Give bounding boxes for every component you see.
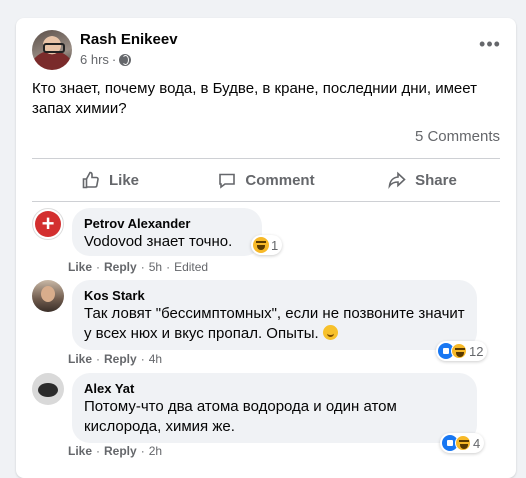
comment-reply-link[interactable]: Reply	[104, 260, 137, 274]
comment-actions: Like · Reply · 2h	[68, 444, 163, 458]
commenter-name[interactable]: Petrov Alexander	[84, 216, 250, 232]
haha-reaction-icon	[451, 343, 467, 359]
comment-text: Так ловят "бессимптомных", если не позво…	[84, 305, 465, 342]
author-name[interactable]: Rash Enikeev	[80, 31, 178, 48]
share-button[interactable]: Share	[344, 161, 500, 199]
comment-count-link[interactable]: 5 Comments	[415, 128, 500, 145]
comment-bubble: Alex Yat Потому-что два атома водорода и…	[72, 373, 477, 443]
comment-actions: Like · Reply · 4h	[68, 352, 163, 366]
comment-item: Petrov Alexander Vodovod знает точно. 1	[32, 208, 500, 268]
action-bar: Like Comment Share	[32, 161, 500, 199]
reaction-count: 1	[271, 237, 279, 253]
reaction-badge[interactable]: 4	[440, 433, 485, 453]
comment-item: Kos Stark Так ловят "бессимптомных", есл…	[32, 280, 500, 361]
commenter-avatar[interactable]	[32, 280, 64, 312]
comment-actions: Like · Reply · 5h · Edited	[68, 260, 209, 274]
comment-like-link[interactable]: Like	[68, 260, 92, 274]
comment-text: Vodovod знает точно.	[84, 233, 233, 250]
divider	[32, 158, 500, 159]
divider	[32, 201, 500, 202]
author-avatar[interactable]	[32, 30, 72, 70]
haha-reaction-icon	[253, 237, 269, 253]
comment-time[interactable]: 4h	[149, 352, 162, 366]
comment-icon	[219, 173, 236, 189]
edited-label: Edited	[174, 260, 209, 274]
comment-time[interactable]: 5h	[149, 260, 162, 274]
comment-reply-link[interactable]: Reply	[104, 352, 137, 366]
post-text: Кто знает, почему вода, в Будве, в кране…	[32, 80, 477, 117]
comment-label: Comment	[245, 171, 315, 189]
post-header: Rash Enikeev 6 hrs · •••	[32, 30, 500, 74]
like-button[interactable]: Like	[32, 161, 188, 199]
comment-like-link[interactable]: Like	[68, 352, 92, 366]
reaction-count: 12	[469, 343, 484, 359]
comment-time[interactable]: 2h	[149, 444, 162, 458]
share-label: Share	[415, 171, 457, 189]
reaction-badge[interactable]: 1	[251, 235, 283, 255]
commenter-avatar[interactable]	[32, 208, 64, 240]
smile-emoji-icon	[322, 325, 338, 340]
commenter-name[interactable]: Kos Stark	[84, 288, 465, 304]
comment-button[interactable]: Comment	[188, 161, 344, 199]
like-label: Like	[108, 171, 139, 189]
share-icon	[388, 171, 406, 189]
globe-icon	[119, 53, 132, 66]
reaction-badge[interactable]: 12	[436, 341, 488, 361]
commenter-avatar[interactable]	[32, 373, 64, 405]
haha-reaction-icon	[455, 435, 471, 451]
comment-reply-link[interactable]: Reply	[104, 444, 137, 458]
comment-item: Alex Yat Потому-что два атома водорода и…	[32, 373, 500, 453]
commenter-name[interactable]: Alex Yat	[84, 381, 465, 397]
comment-bubble: Petrov Alexander Vodovod знает точно.	[72, 208, 262, 256]
comment-like-link[interactable]: Like	[68, 444, 92, 458]
post-card: Rash Enikeev 6 hrs · ••• Кто знает, поче…	[16, 18, 516, 478]
post-meta: 6 hrs ·	[80, 52, 132, 67]
comment-bubble: Kos Stark Так ловят "бессимптомных", есл…	[72, 280, 477, 350]
meta-separator: ·	[111, 52, 117, 67]
reaction-count: 4	[473, 435, 481, 451]
thumbs-up-icon	[82, 171, 99, 189]
comment-text: Потому-что два атома водорода и один ато…	[84, 398, 397, 435]
post-time[interactable]: 6 hrs	[80, 52, 109, 67]
more-options-button[interactable]: •••	[478, 35, 502, 54]
